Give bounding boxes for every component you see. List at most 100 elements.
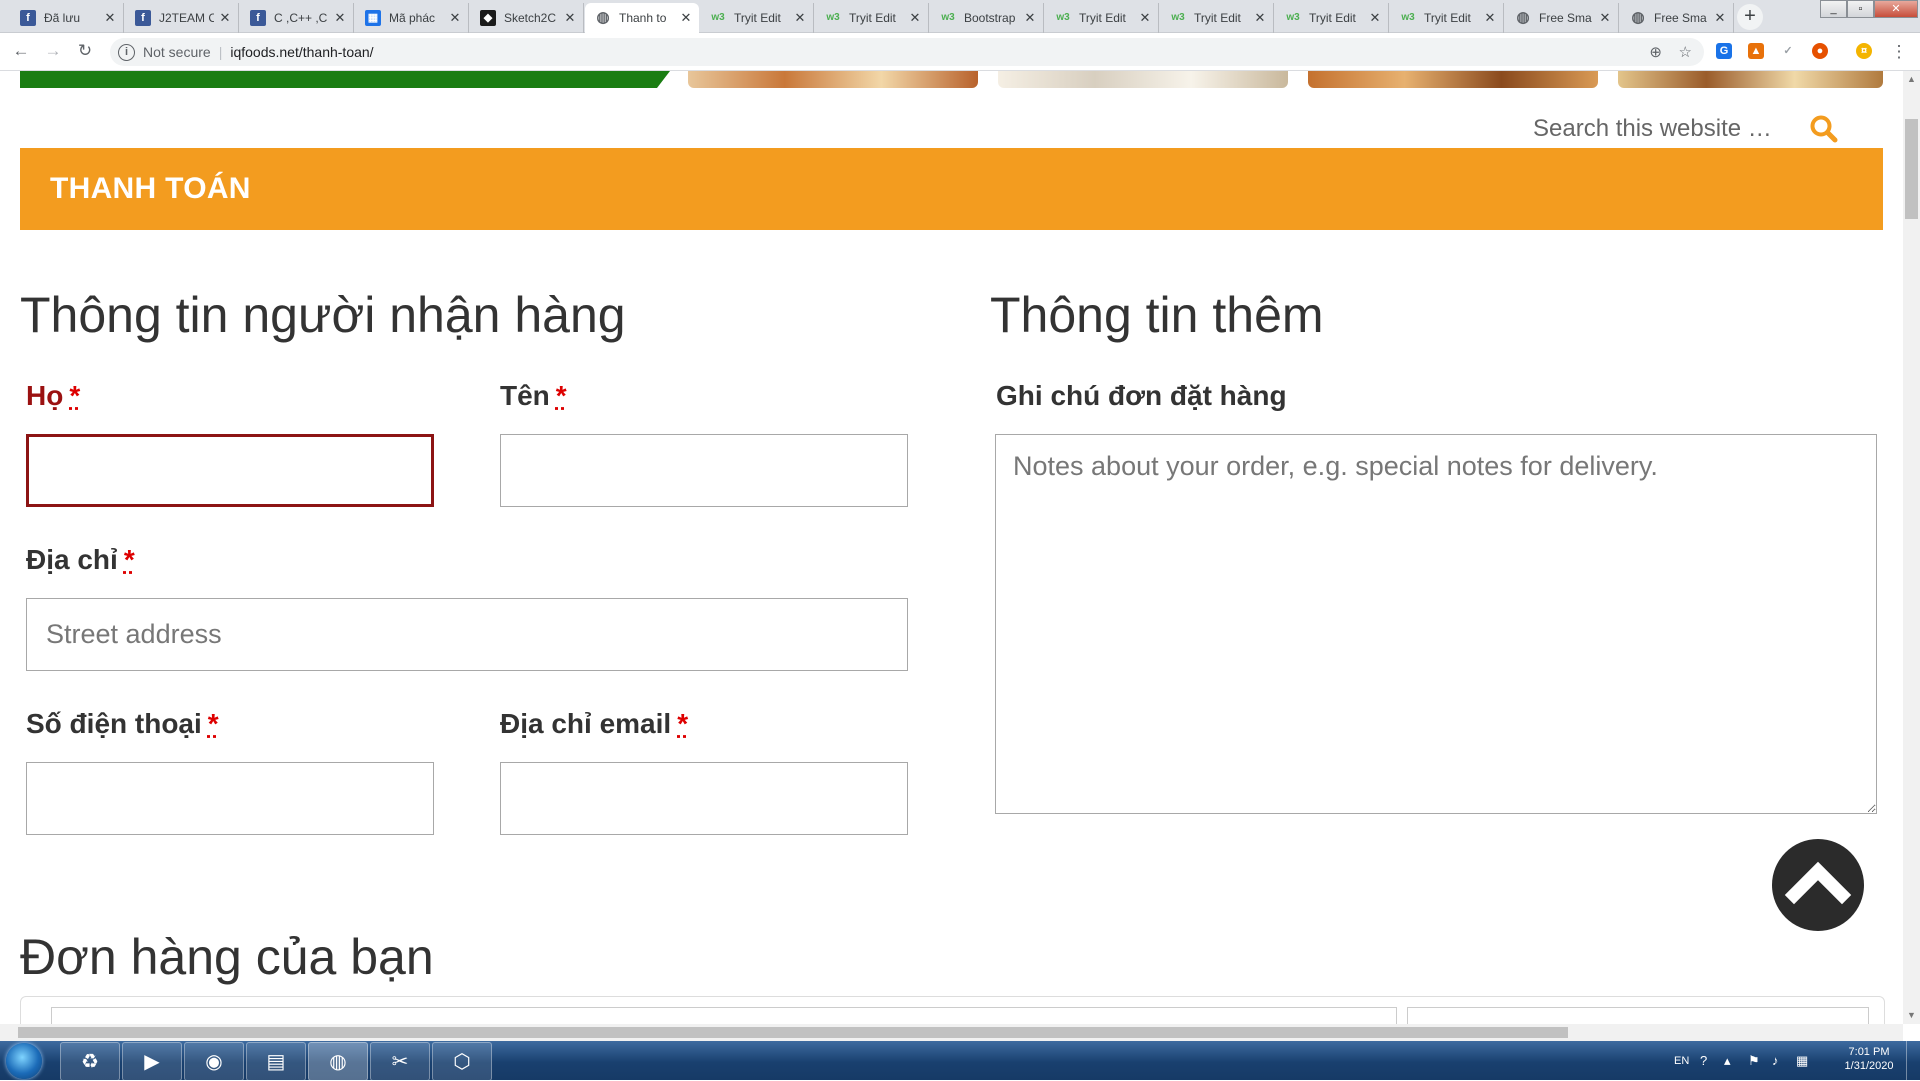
browser-tab[interactable]: ▦ Mã phác ✕	[355, 3, 469, 33]
network-icon[interactable]: ▦	[1796, 1053, 1808, 1069]
tab-close-icon[interactable]: ✕	[1253, 10, 1267, 26]
browser-tab[interactable]: ◍ Free Sma ✕	[1505, 3, 1619, 33]
globe-icon: ◍	[596, 9, 610, 26]
w3schools-icon: w3	[1401, 12, 1415, 23]
email-label: Địa chỉ email *	[500, 708, 688, 740]
tab-close-icon[interactable]: ✕	[1713, 10, 1727, 26]
first-name-label-text: Tên	[500, 380, 550, 411]
globe-icon: ◍	[1516, 9, 1530, 26]
volume-icon[interactable]: ♪	[1772, 1053, 1779, 1068]
tab-close-icon[interactable]: ✕	[448, 10, 462, 26]
translate-extension-icon[interactable]: G	[1716, 43, 1732, 59]
order-notes-textarea[interactable]	[995, 434, 1877, 814]
vertical-scrollbar[interactable]: ▲ ▼	[1903, 71, 1920, 1024]
scroll-down-arrow-icon[interactable]: ▼	[1903, 1007, 1920, 1024]
tab-title: Đã lưu	[44, 11, 81, 25]
new-tab-button[interactable]: +	[1737, 4, 1763, 30]
scroll-up-arrow-icon[interactable]: ▲	[1903, 71, 1920, 88]
first-name-input[interactable]	[500, 434, 908, 507]
tab-title: C ,C++ ,C	[274, 11, 328, 25]
tab-close-icon[interactable]: ✕	[333, 10, 347, 26]
tab-close-icon[interactable]: ✕	[103, 10, 117, 26]
chevron-up-icon	[1784, 861, 1852, 905]
browser-tab[interactable]: w3 Bootstrap ✕	[930, 3, 1044, 33]
browser-tab[interactable]: w3 Tryit Edit ✕	[1275, 3, 1389, 33]
horizontal-scroll-thumb[interactable]	[18, 1027, 1568, 1038]
tray-chevron-icon[interactable]: ▴	[1724, 1053, 1731, 1069]
browser-tab[interactable]: ◆ Sketch2C ✕	[470, 3, 584, 33]
search-input[interactable]	[1531, 114, 1805, 144]
tab-title: Free Sma	[1654, 11, 1707, 25]
tab-close-icon[interactable]: ✕	[908, 10, 922, 26]
browser-menu-icon[interactable]: ⋮	[1888, 41, 1910, 63]
bookmark-star-icon[interactable]: ☆	[1679, 43, 1692, 61]
browser-tab[interactable]: w3 Tryit Edit ✕	[815, 3, 929, 33]
recipient-heading: Thông tin người nhận hàng	[20, 287, 626, 343]
email-input[interactable]	[500, 762, 908, 835]
extension-flame-icon[interactable]: ●	[1812, 43, 1828, 59]
firefox-icon[interactable]: ◉	[184, 1042, 244, 1081]
address-bar[interactable]: i Not secure | iqfoods.net/thanh-toan/ ⊕…	[110, 38, 1704, 66]
horizontal-scrollbar[interactable]	[0, 1024, 1903, 1041]
tab-close-icon[interactable]: ✕	[1138, 10, 1152, 26]
tab-close-icon[interactable]: ✕	[1023, 10, 1037, 26]
browser-tab[interactable]: f J2TEAM C ✕	[125, 3, 239, 33]
vertical-scroll-thumb[interactable]	[1905, 119, 1918, 219]
extension-coin-icon[interactable]: ¤	[1856, 43, 1872, 59]
banner-green-band	[20, 71, 670, 88]
zoom-icon[interactable]: ⊕	[1649, 43, 1662, 61]
address-label: Địa chỉ *	[26, 544, 135, 576]
browser-tab[interactable]: w3 Tryit Edit ✕	[1045, 3, 1159, 33]
last-name-label: Họ *	[26, 380, 80, 412]
tab-close-icon[interactable]: ✕	[218, 10, 232, 26]
browser-tab[interactable]: ◍ Free Sma ✕	[1620, 3, 1734, 33]
help-icon[interactable]: ?	[1700, 1053, 1707, 1068]
media-player-icon[interactable]: ▶	[122, 1042, 182, 1081]
tab-close-icon[interactable]: ✕	[1368, 10, 1382, 26]
browser-tab[interactable]: w3 Tryit Edit ✕	[1390, 3, 1504, 33]
required-mark: *	[123, 544, 135, 575]
street-address-input[interactable]	[26, 598, 908, 671]
url-text[interactable]: iqfoods.net/thanh-toan/	[230, 44, 373, 60]
window-close-button[interactable]: ✕	[1874, 0, 1918, 18]
tab-close-icon[interactable]: ✕	[563, 10, 577, 26]
info-icon[interactable]: i	[118, 43, 135, 61]
order-heading: Đơn hàng của bạn	[20, 929, 434, 985]
tab-close-icon[interactable]: ✕	[1483, 10, 1497, 26]
minimize-button[interactable]: _	[1820, 0, 1847, 18]
first-name-label: Tên *	[500, 380, 567, 412]
back-to-top-button[interactable]	[1772, 839, 1864, 931]
search-icon[interactable]	[1809, 114, 1839, 144]
header-banner	[20, 71, 1883, 89]
virtualbox-icon[interactable]: ⬡	[432, 1042, 492, 1081]
forward-icon[interactable]: →	[42, 40, 64, 62]
reload-icon[interactable]: ↻	[74, 40, 96, 62]
browser-tab[interactable]: w3 Tryit Edit ✕	[700, 3, 814, 33]
clock[interactable]: 7:01 PM 1/31/2020	[1836, 1046, 1902, 1072]
browser-toolbar: ← → ↻ i Not secure | iqfoods.net/thanh-t…	[0, 33, 1920, 71]
tab-close-icon[interactable]: ✕	[793, 10, 807, 26]
recycle-icon[interactable]: ♻	[60, 1042, 120, 1081]
extension-fox-icon[interactable]: ▲	[1748, 43, 1764, 59]
start-button[interactable]	[6, 1043, 42, 1079]
back-icon[interactable]: ←	[10, 40, 32, 62]
extension-check-icon[interactable]: ✓	[1780, 43, 1796, 59]
snipping-tool-icon[interactable]: ✂	[370, 1042, 430, 1081]
browser-tab[interactable]: f C ,C++ ,C ✕	[240, 3, 354, 33]
browser-tab[interactable]: ◍ Thanh to ✕	[585, 3, 699, 33]
last-name-input[interactable]	[26, 434, 434, 507]
tab-close-icon[interactable]: ✕	[679, 10, 693, 26]
w3schools-icon: w3	[941, 12, 955, 23]
show-desktop-button[interactable]	[1906, 1041, 1920, 1080]
browser-tab[interactable]: f Đã lưu ✕	[10, 3, 124, 33]
tab-close-icon[interactable]: ✕	[1598, 10, 1612, 26]
last-name-label-text: Họ	[26, 380, 64, 411]
maximize-button[interactable]: ▫	[1847, 0, 1874, 18]
browser-tab[interactable]: w3 Tryit Edit ✕	[1160, 3, 1274, 33]
flag-icon[interactable]: ⚑	[1748, 1053, 1760, 1069]
email-label-text: Địa chỉ email	[500, 708, 672, 739]
phone-input[interactable]	[26, 762, 434, 835]
chrome-icon[interactable]: ◍	[308, 1042, 368, 1081]
file-explorer-icon[interactable]: ▤	[246, 1042, 306, 1081]
language-indicator[interactable]: EN	[1674, 1055, 1689, 1067]
